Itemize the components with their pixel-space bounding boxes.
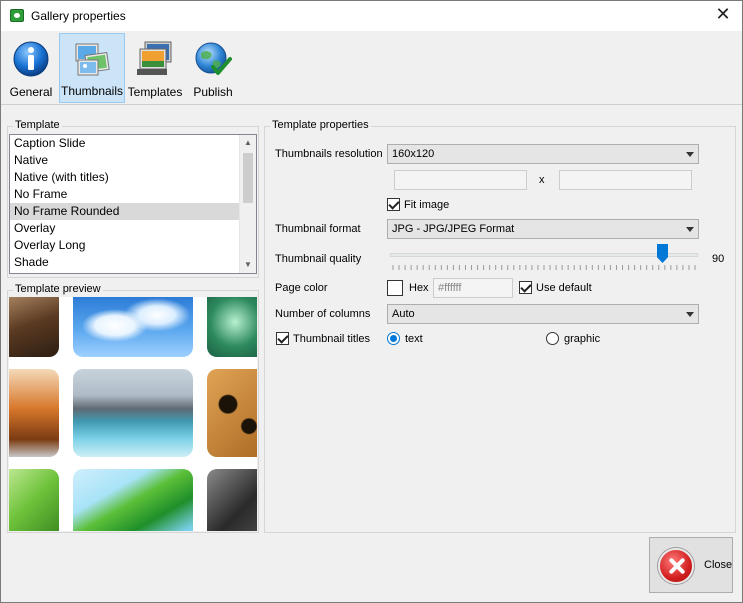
tab-thumbnails-label: Thumbnails [60, 84, 124, 98]
hex-color-input[interactable]: #ffffff [433, 278, 513, 298]
columns-select-value: Auto [392, 308, 415, 320]
template-group-title: Template [13, 119, 62, 131]
tab-publish-label: Publish [193, 85, 233, 99]
template-preview-area [9, 297, 257, 531]
preview-thumbnail [207, 297, 257, 357]
thumbnail-titles-checkbox[interactable] [276, 332, 289, 345]
tab-thumbnails[interactable]: Thumbnails [59, 33, 125, 103]
preview-thumbnail [207, 469, 257, 531]
tab-general-label: General [9, 85, 53, 99]
titles-text-radio[interactable] [387, 332, 400, 345]
page-color-label: Page color [275, 282, 328, 294]
tab-templates[interactable]: Templates [127, 33, 183, 103]
resolution-select-value: 160x120 [392, 148, 435, 160]
columns-select[interactable]: Auto [387, 304, 699, 324]
hex-checkbox[interactable] [387, 280, 403, 296]
template-listbox[interactable]: Caption Slide Native Native (with titles… [9, 134, 257, 274]
columns-label: Number of columns [275, 308, 371, 320]
quality-label: Thumbnail quality [275, 253, 362, 265]
gallery-properties-window: Gallery properties ✕ General Thumbnails … [0, 0, 743, 603]
titles-graphic-label: graphic [564, 333, 601, 345]
scroll-thumb[interactable] [243, 153, 253, 203]
fit-image-checkbox[interactable] [387, 198, 400, 211]
titles-graphic-radio[interactable] [546, 332, 559, 345]
format-label: Thumbnail format [275, 223, 361, 235]
preview-thumbnail [9, 469, 59, 531]
template-list-scrollbar[interactable]: ▲ ▼ [239, 135, 256, 273]
resolution-label: Thumbnails resolution [275, 148, 383, 160]
preview-thumbnail [9, 369, 59, 457]
tab-templates-label: Templates [127, 85, 183, 99]
close-circle-icon [658, 548, 694, 584]
quality-slider-track[interactable] [390, 253, 698, 257]
format-select-value: JPG - JPG/JPEG Format [392, 223, 515, 235]
chevron-down-icon [686, 152, 694, 157]
thumbnails-icon [75, 43, 110, 76]
use-default-checkbox[interactable] [519, 281, 532, 294]
close-button-label: Close [704, 559, 733, 571]
list-item[interactable]: No Frame [10, 186, 239, 203]
close-button[interactable]: Close [649, 537, 733, 593]
templates-icon [137, 41, 172, 75]
scroll-down-icon[interactable]: ▼ [240, 257, 256, 273]
list-item[interactable]: Shade [10, 254, 239, 271]
fit-image-label: Fit image [404, 199, 450, 211]
list-item[interactable]: Overlay [10, 220, 239, 237]
tab-general[interactable]: General [5, 33, 57, 103]
window-title: Gallery properties [31, 9, 126, 23]
publish-globe-icon [195, 42, 232, 75]
quality-slider-ticks [392, 265, 696, 270]
list-item[interactable]: Native (with titles) [10, 169, 239, 186]
list-item[interactable]: Overlay Long [10, 237, 239, 254]
titles-text-label: text [405, 333, 423, 345]
title-bar: Gallery properties ✕ [1, 1, 742, 31]
resolution-select[interactable]: 160x120 [387, 144, 699, 164]
list-item[interactable]: Caption Slide [10, 135, 239, 152]
template-preview-group-title: Template preview [13, 283, 103, 295]
height-input[interactable] [559, 170, 692, 190]
chevron-down-icon [686, 227, 694, 232]
toolbar: General Thumbnails Templates Publish [1, 31, 742, 105]
preview-thumbnail [73, 297, 193, 357]
window-close-icon[interactable]: ✕ [712, 5, 734, 27]
preview-thumbnail [73, 469, 193, 531]
format-select[interactable]: JPG - JPG/JPEG Format [387, 219, 699, 239]
tab-publish[interactable]: Publish [187, 33, 239, 103]
app-icon [10, 9, 24, 22]
list-item-selected[interactable]: No Frame Rounded [10, 203, 239, 220]
chevron-down-icon [686, 312, 694, 317]
scroll-up-icon[interactable]: ▲ [240, 135, 256, 151]
preview-thumbnail [73, 369, 193, 457]
use-default-label: Use default [536, 282, 592, 294]
quality-value: 90 [712, 253, 725, 265]
width-input[interactable] [394, 170, 527, 190]
size-separator: x [539, 174, 545, 186]
preview-thumbnail [207, 369, 257, 457]
list-item[interactable]: Native [10, 152, 239, 169]
template-properties-group-title: Template properties [270, 119, 371, 131]
thumbnail-titles-label: Thumbnail titles [293, 333, 371, 345]
info-icon [13, 41, 49, 77]
hex-label: Hex [409, 282, 429, 294]
preview-thumbnail [9, 297, 59, 357]
